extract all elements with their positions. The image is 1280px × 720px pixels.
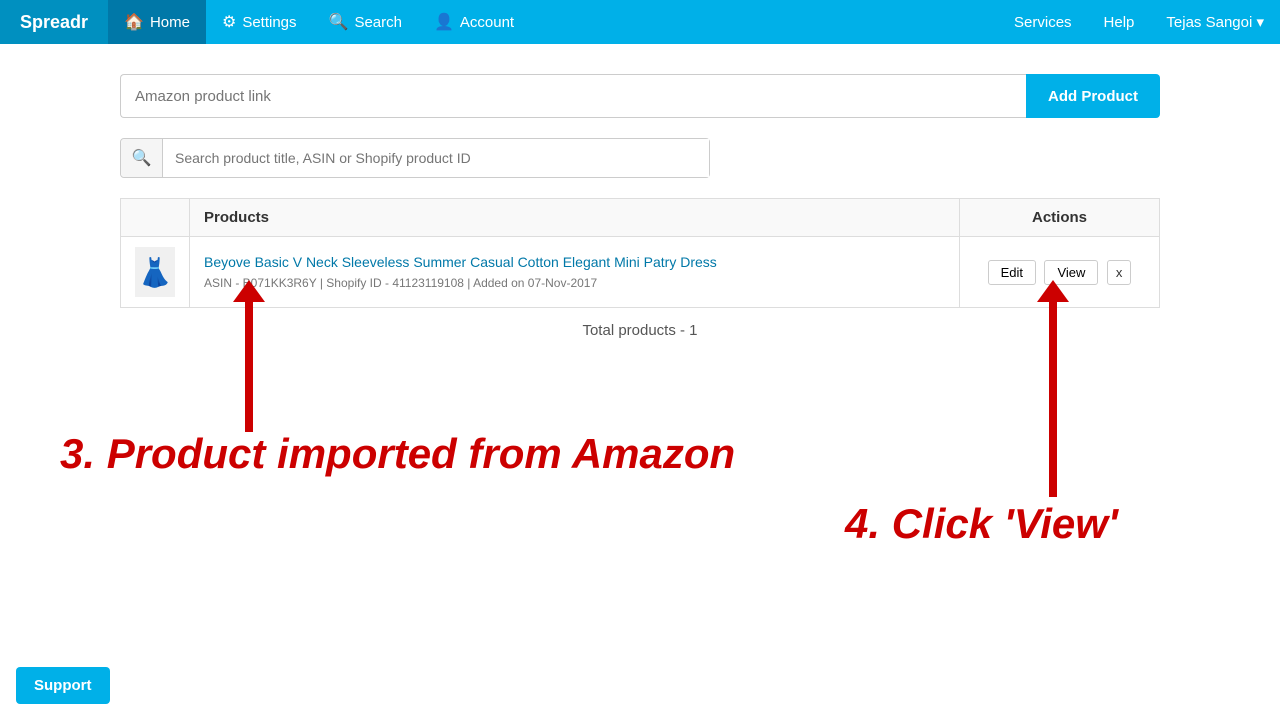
search-icon: 🔍	[132, 148, 152, 168]
nav-items: 🏠 Home ⚙ Settings 🔍 Search 👤 Account	[108, 0, 998, 44]
product-search-row: 🔍	[120, 138, 710, 178]
nav-settings-label: Settings	[242, 14, 296, 31]
navbar: Spreadr 🏠 Home ⚙ Settings 🔍 Search 👤 Acc…	[0, 0, 1280, 44]
amazon-link-input[interactable]	[120, 74, 1026, 118]
view-button[interactable]: View	[1044, 260, 1098, 285]
total-products: Total products - 1	[120, 308, 1160, 353]
nav-account-label: Account	[460, 14, 514, 31]
product-meta: ASIN - B071KK3R6Y | Shopify ID - 4112311…	[204, 276, 945, 290]
dress-icon: 👗	[138, 256, 173, 289]
nav-help[interactable]: Help	[1088, 0, 1151, 44]
add-product-row: Add Product	[120, 74, 1160, 118]
annotation-4: 4. Click 'View'	[845, 500, 1118, 548]
edit-button[interactable]: Edit	[988, 260, 1036, 285]
support-button[interactable]: Support	[16, 667, 110, 704]
account-icon: 👤	[434, 12, 454, 32]
nav-user[interactable]: Tejas Sangoi ▾	[1150, 0, 1280, 44]
products-table: Products Actions 👗 Beyove Basic V Neck S…	[120, 198, 1160, 308]
product-thumbnail: 👗	[135, 247, 175, 297]
table-row: 👗 Beyove Basic V Neck Sleeveless Summer …	[121, 237, 1160, 308]
nav-account[interactable]: 👤 Account	[418, 0, 530, 44]
nav-home-label: Home	[150, 14, 190, 31]
nav-search[interactable]: 🔍 Search	[313, 0, 418, 44]
settings-icon: ⚙	[222, 12, 236, 32]
product-search-input[interactable]	[163, 139, 709, 177]
search-nav-icon: 🔍	[329, 12, 349, 32]
search-icon-button[interactable]: 🔍	[121, 139, 163, 177]
col-thumbnail	[121, 199, 190, 237]
nav-home[interactable]: 🏠 Home	[108, 0, 206, 44]
nav-settings[interactable]: ⚙ Settings	[206, 0, 313, 44]
home-icon: 🏠	[124, 12, 144, 32]
navbar-right: Services Help Tejas Sangoi ▾	[998, 0, 1280, 44]
add-product-button[interactable]: Add Product	[1026, 74, 1160, 118]
nav-search-label: Search	[354, 14, 402, 31]
product-thumbnail-cell: 👗	[121, 237, 190, 308]
delete-button[interactable]: x	[1107, 260, 1132, 285]
col-actions: Actions	[960, 199, 1160, 237]
main-content: Add Product 🔍 Products Actions 👗	[0, 44, 1280, 353]
table-header-row: Products Actions	[121, 199, 1160, 237]
product-info-cell: Beyove Basic V Neck Sleeveless Summer Ca…	[190, 237, 960, 308]
brand-logo[interactable]: Spreadr	[0, 0, 108, 44]
col-products: Products	[190, 199, 960, 237]
annotation-3: 3. Product imported from Amazon	[60, 430, 735, 478]
nav-services[interactable]: Services	[998, 0, 1088, 44]
product-title-link[interactable]: Beyove Basic V Neck Sleeveless Summer Ca…	[204, 254, 717, 270]
product-actions-cell: Edit View x	[960, 237, 1160, 308]
